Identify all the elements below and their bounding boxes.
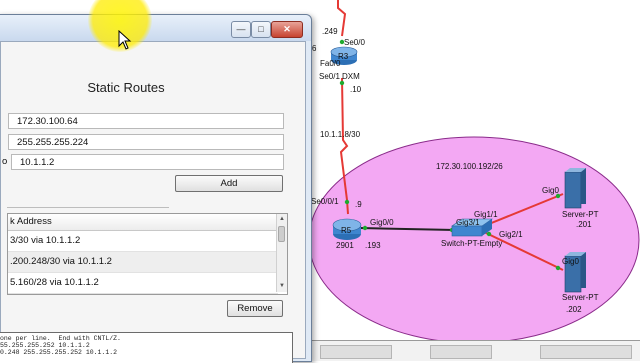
switch-gig21-label: Gig2/1: [499, 230, 523, 239]
console-line: 0.248 255.255.255.252 10.1.1.2: [0, 349, 118, 356]
strip-segment: [430, 345, 492, 359]
next-hop-field[interactable]: 10.1.1.2: [11, 154, 284, 170]
close-button[interactable]: ✕: [271, 21, 303, 38]
list-header-network-address[interactable]: k Address: [8, 214, 278, 231]
server1-gig-label: Gig0: [542, 186, 559, 195]
next-hop-label: o: [2, 156, 8, 167]
route-row[interactable]: 5.160/28 via 10.1.1.2: [8, 273, 278, 294]
link-network-label: 10.1.1.8/30: [320, 130, 361, 139]
list-scrollbar[interactable]: ▲ ▼: [276, 214, 287, 292]
r5-se001-label: Se0/0/1: [311, 197, 339, 206]
network-address-list[interactable]: k Address 3/30 via 10.1.1.2 .200.248/30 …: [7, 213, 288, 295]
scroll-down-icon[interactable]: ▼: [278, 282, 286, 291]
r3-ip-top-label: .249: [322, 27, 338, 36]
r5-gig00-label: Gig0/0: [370, 218, 394, 227]
network-field[interactable]: 172.30.100.64: [8, 113, 284, 129]
console-line: 55.255.255.252 10.1.1.2: [0, 342, 90, 349]
r5-model-label: 2901: [336, 241, 354, 250]
r5-ip-gig-label: .193: [365, 241, 381, 250]
server2-name-label: Server-PT: [562, 293, 599, 302]
route-row[interactable]: 3/30 via 10.1.1.2: [8, 231, 278, 252]
minimize-button[interactable]: —: [231, 21, 251, 38]
maximize-button[interactable]: □: [251, 21, 271, 38]
app-bottom-strip: [310, 340, 640, 361]
server-1-icon[interactable]: [564, 168, 586, 209]
switch-gig31-label: Gig3/1: [456, 218, 480, 227]
r3-se00-label: Se0/0: [344, 38, 365, 47]
scroll-up-icon[interactable]: ▲: [278, 215, 286, 224]
r3-ip-bottom-label: .10: [350, 85, 362, 94]
window-titlebar[interactable]: — □ ✕: [0, 15, 311, 41]
strip-segment: [320, 345, 392, 359]
mouse-pointer-icon: [118, 30, 132, 50]
server1-name-label: Server-PT: [562, 210, 599, 219]
scroll-thumb[interactable]: [278, 226, 285, 242]
separator-line: [7, 207, 169, 208]
add-route-button[interactable]: Add: [175, 175, 283, 192]
strip-segment: [540, 345, 632, 359]
r3-host-label: DXM: [342, 72, 360, 81]
route-row[interactable]: .200.248/30 via 10.1.1.2: [8, 252, 278, 273]
r5-name-label: R5: [341, 226, 352, 235]
switch-gig11-label: Gig1/1: [474, 210, 498, 219]
remove-route-button[interactable]: Remove: [227, 300, 283, 317]
mask-field[interactable]: 255.255.255.224: [8, 134, 284, 150]
r3-left-num-label: 6: [312, 44, 317, 53]
r5-ip-se-label: .9: [355, 200, 362, 209]
subnet-label: 172.30.100.192/26: [436, 162, 503, 171]
r3-se01-label: Se0/1: [319, 72, 340, 81]
cli-console[interactable]: one per line. End with CNTL/Z. 55.255.255…: [0, 332, 293, 363]
router-config-window: — □ ✕ Static Routes 172.30.100.64 255.25…: [0, 14, 312, 362]
switch-name-label: Switch-PT-Empty: [441, 239, 502, 248]
console-line: one per line. End with CNTL/Z.: [0, 335, 121, 342]
dialog-client-area: Static Routes 172.30.100.64 255.255.255.…: [0, 41, 306, 359]
server2-ip-label: .202: [566, 305, 582, 314]
server1-ip-label: .201: [576, 220, 592, 229]
static-routes-title: Static Routes: [87, 80, 165, 95]
server2-gig-label: Gig0: [562, 257, 579, 266]
serial-link-r3-up[interactable]: [337, 0, 347, 37]
r3-fa00-label: Fa0/0: [320, 59, 341, 68]
